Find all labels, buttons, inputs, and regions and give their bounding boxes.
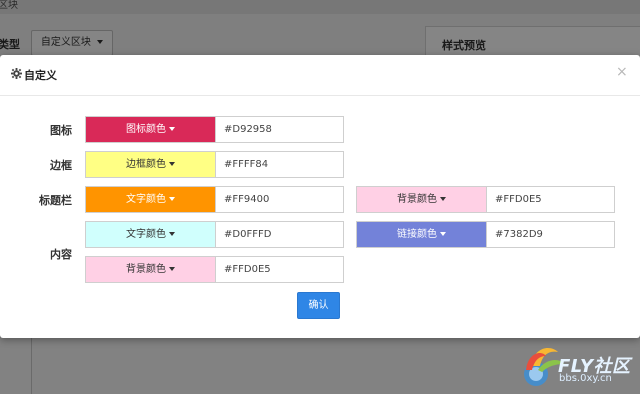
titlebar-text-color-button[interactable]: 文字颜色	[86, 187, 215, 212]
chevron-down-icon	[169, 162, 175, 166]
row-label-content: 内容	[50, 248, 72, 261]
chevron-down-icon	[169, 127, 175, 131]
background-type-dropdown-label: 自定义区块	[40, 37, 91, 48]
content-link-color-field: 链接颜色 #7382D9	[356, 221, 615, 248]
content-text-color-button[interactable]: 文字颜色	[86, 222, 215, 247]
row-label-border: 边框	[50, 159, 72, 172]
custom-style-modal: 自定义 × 图标 边框 标题栏 内容 图标颜色 #D92958 边框颜色 #FF…	[0, 55, 640, 338]
content-text-color-field: 文字颜色 #D0FFFD	[85, 221, 344, 248]
background-topbar: 区块	[0, 0, 640, 14]
chevron-down-icon	[169, 232, 175, 236]
content-bg-color-button[interactable]: 背景颜色	[86, 257, 215, 282]
content-bg-color-field: 背景颜色 #FFD0E5	[85, 256, 344, 283]
titlebar-bg-color-input[interactable]: #FFD0E5	[486, 187, 614, 212]
background-preview-label: 样式预览	[442, 39, 486, 52]
border-color-input[interactable]: #FFFF84	[215, 152, 343, 177]
icon-color-input[interactable]: #D92958	[215, 117, 343, 142]
background-divider	[31, 338, 32, 394]
icon-color-label: 图标颜色	[126, 124, 166, 135]
row-label-icon: 图标	[50, 124, 72, 137]
titlebar-bg-color-field: 背景颜色 #FFD0E5	[356, 186, 615, 213]
icon-color-field: 图标颜色 #D92958	[85, 116, 344, 143]
content-link-color-button[interactable]: 链接颜色	[357, 222, 486, 247]
content-link-color-label: 链接颜色	[397, 229, 437, 240]
chevron-down-icon	[440, 232, 446, 236]
chevron-down-icon	[169, 267, 175, 271]
close-button[interactable]: ×	[616, 64, 628, 80]
row-label-titlebar: 标题栏	[39, 194, 72, 207]
chevron-down-icon	[169, 197, 175, 201]
titlebar-text-color-input[interactable]: #FF9400	[215, 187, 343, 212]
background-preview-panel: 样式预览	[425, 26, 640, 58]
titlebar-bg-color-button[interactable]: 背景颜色	[357, 187, 486, 212]
border-color-label: 边框颜色	[126, 159, 166, 170]
background-type-dropdown[interactable]: 自定义区块	[31, 30, 113, 56]
titlebar-text-color-field: 文字颜色 #FF9400	[85, 186, 344, 213]
gear-icon	[11, 68, 22, 79]
icon-color-button[interactable]: 图标颜色	[86, 117, 215, 142]
content-bg-color-label: 背景颜色	[126, 264, 166, 275]
titlebar-text-color-label: 文字颜色	[126, 194, 166, 205]
modal-header: 自定义 ×	[0, 55, 640, 96]
border-color-field: 边框颜色 #FFFF84	[85, 151, 344, 178]
confirm-button[interactable]: 确认	[297, 292, 340, 319]
background-top-label: 区块	[0, 0, 18, 11]
content-text-color-label: 文字颜色	[126, 229, 166, 240]
chevron-down-icon	[440, 197, 446, 201]
background-type-label: 类型	[0, 38, 20, 51]
watermark-url: bbs.0xy.cn	[559, 373, 612, 384]
content-bg-color-input[interactable]: #FFD0E5	[215, 257, 343, 282]
content-link-color-input[interactable]: #7382D9	[486, 222, 614, 247]
titlebar-bg-color-label: 背景颜色	[397, 194, 437, 205]
border-color-button[interactable]: 边框颜色	[86, 152, 215, 177]
chevron-down-icon	[97, 40, 104, 44]
content-text-color-input[interactable]: #D0FFFD	[215, 222, 343, 247]
modal-title: 自定义	[24, 69, 57, 82]
